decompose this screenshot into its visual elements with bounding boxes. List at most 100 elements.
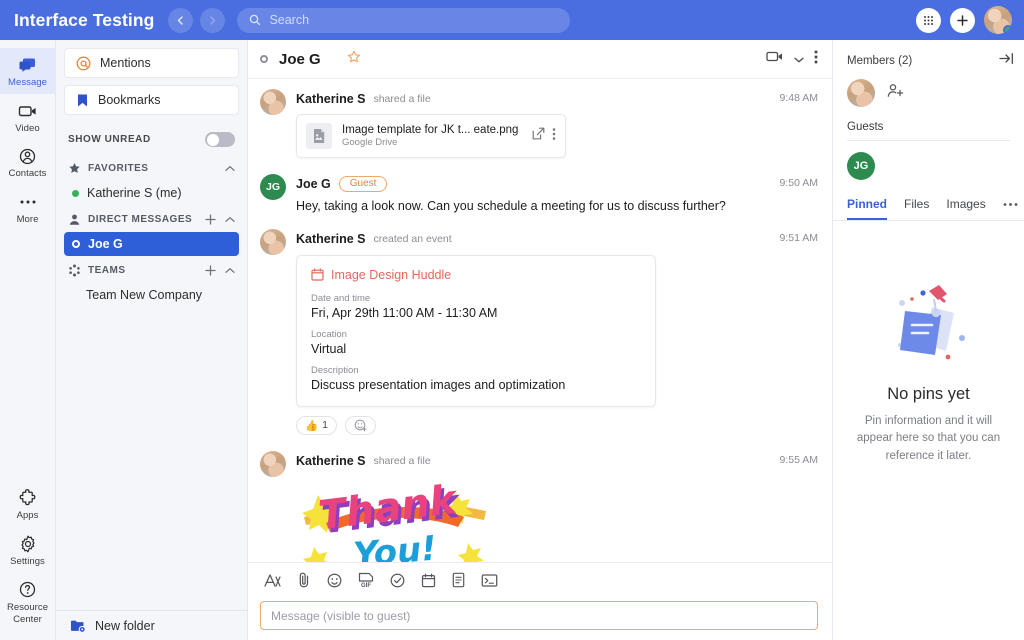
plus-icon[interactable] (205, 265, 216, 276)
add-member-button[interactable] (887, 83, 904, 103)
message-item: JG Joe G Guest Hey, taking a look now. C… (260, 174, 818, 217)
collapse-panel-button[interactable] (999, 52, 1014, 70)
attachment-icon[interactable] (297, 572, 311, 593)
rail-label-video: Video (15, 122, 40, 134)
forward-button[interactable] (200, 7, 226, 33)
rail-item-resource-center[interactable]: Resource Center (0, 572, 56, 632)
shared-image-thank-you[interactable]: Thank Thank You! (296, 477, 491, 562)
add-reaction-icon (354, 419, 367, 432)
rail-item-apps[interactable]: Apps (0, 481, 56, 527)
tab-images[interactable]: Images (946, 192, 985, 220)
chat-presence-dot (260, 55, 268, 63)
kebab-menu-icon (552, 127, 556, 140)
message-icon (18, 55, 37, 75)
add-button[interactable] (950, 7, 975, 33)
chevron-up-icon[interactable] (225, 216, 235, 223)
note-file-icon[interactable] (452, 572, 465, 593)
sidebar-item-bookmarks[interactable]: Bookmarks (64, 85, 239, 115)
direct-messages-header[interactable]: DIRECT MESSAGES (64, 206, 239, 232)
back-button[interactable] (168, 7, 194, 33)
sidebar-item-mentions[interactable]: Mentions (64, 48, 239, 78)
file-card[interactable]: Image template for JK t... eate.png Goog… (296, 114, 566, 158)
favorite-star-button[interactable] (347, 50, 361, 69)
event-card[interactable]: Image Design Huddle Date and time Fri, A… (296, 254, 656, 407)
guest-avatar[interactable]: JG (847, 152, 875, 180)
grid-apps-icon (924, 15, 933, 25)
task-check-icon[interactable] (390, 573, 405, 593)
open-external-button[interactable] (532, 127, 545, 145)
favorites-header[interactable]: FAVORITES (64, 155, 239, 181)
kebab-menu-icon (814, 50, 818, 63)
reaction-thumbs-up[interactable]: 👍 1 (296, 415, 337, 435)
rail-label-resource-center: Resource Center (6, 602, 49, 626)
emoji-icon[interactable] (327, 573, 342, 593)
gear-icon (19, 534, 37, 554)
event-field-value: Discuss presentation images and optimiza… (311, 377, 566, 392)
event-field-label: Date and time (311, 292, 371, 304)
message-text: Hey, taking a look now. Can you schedule… (296, 199, 726, 213)
chat-title: Joe G (279, 50, 321, 68)
gif-icon[interactable]: GIF (358, 572, 374, 593)
rail-item-contacts[interactable]: Contacts (0, 139, 56, 185)
event-field-location: Location Virtual (311, 329, 641, 356)
direct-messages-actions (205, 214, 235, 225)
panel-tabs-more-button[interactable] (1003, 194, 1018, 218)
chevron-right-icon (210, 15, 216, 25)
file-more-button[interactable] (552, 127, 556, 146)
rail-label-apps: Apps (16, 510, 39, 522)
rail-item-more[interactable]: More (0, 185, 56, 231)
top-bar: Interface Testing Search (0, 0, 1024, 40)
rail-item-settings[interactable]: Settings (0, 527, 56, 573)
message-header: Katherine S shared a file (296, 89, 818, 109)
message-input-placeholder: Message (visible to guest) (271, 608, 411, 623)
start-video-button[interactable] (766, 50, 784, 68)
message-action: created an event (373, 232, 452, 245)
teams-header[interactable]: TEAMS (64, 257, 239, 283)
message-action: shared a file (373, 93, 431, 105)
chat-more-button[interactable] (814, 49, 818, 70)
member-avatar[interactable] (847, 79, 875, 107)
message-body: Katherine S shared a file Thank Thank Yo… (296, 451, 818, 562)
sidebar-item-team-new-company[interactable]: Team New Company (64, 283, 239, 307)
message-input[interactable]: Message (visible to guest) (260, 601, 818, 630)
sidebar-scroll: Mentions Bookmarks SHOW UNREAD FAVORITES (56, 40, 247, 610)
rail-item-message[interactable]: Message (0, 48, 56, 94)
chevron-down-icon (794, 57, 804, 63)
new-folder-button[interactable]: New folder (56, 610, 247, 640)
video-options-dropdown[interactable] (794, 50, 804, 68)
plus-icon[interactable] (205, 214, 216, 225)
members-title: Members (2) (847, 55, 913, 67)
user-avatar[interactable] (984, 6, 1012, 34)
question-circle-icon (19, 579, 36, 599)
calendar-icon[interactable] (421, 573, 436, 593)
person-icon (69, 214, 80, 225)
show-unread-toggle[interactable] (205, 132, 235, 147)
composer: GIF Message (visible to guest) (248, 562, 832, 640)
search-placeholder: Search (269, 13, 310, 27)
dm-item-label: Joe G (88, 237, 123, 251)
sidebar: Mentions Bookmarks SHOW UNREAD FAVORITES (56, 40, 248, 640)
pinned-empty-state: No pins yet Pin information and it will … (833, 221, 1024, 465)
favorites-collapse[interactable] (225, 165, 235, 172)
message-time: 9:50 AM (779, 177, 818, 189)
add-person-icon (887, 84, 904, 97)
avatar-initials: JG (265, 181, 280, 193)
at-mention-icon (76, 56, 91, 70)
presence-dot-available (72, 189, 79, 197)
screen-share-icon[interactable] (481, 573, 498, 593)
message-time: 9:51 AM (779, 231, 818, 244)
apps-grid-button[interactable] (916, 7, 941, 33)
sidebar-item-joe-g[interactable]: Joe G (64, 232, 239, 256)
sidebar-item-katherine-s[interactable]: Katherine S (me) (64, 181, 239, 205)
tab-files[interactable]: Files (904, 192, 929, 220)
add-reaction-button[interactable] (344, 415, 376, 435)
file-meta: Image template for JK t... eate.png Goog… (342, 124, 522, 148)
rail-item-video[interactable]: Video (0, 94, 56, 140)
tab-pinned[interactable]: Pinned (847, 192, 888, 220)
chevron-up-icon[interactable] (225, 267, 235, 274)
rail-bottom-group: Apps Settings Resource Center (0, 481, 55, 640)
search-input[interactable]: Search (237, 7, 571, 33)
format-text-icon[interactable] (264, 573, 281, 593)
app-title: Interface Testing (14, 9, 155, 30)
presence-dot-online (1003, 25, 1012, 34)
